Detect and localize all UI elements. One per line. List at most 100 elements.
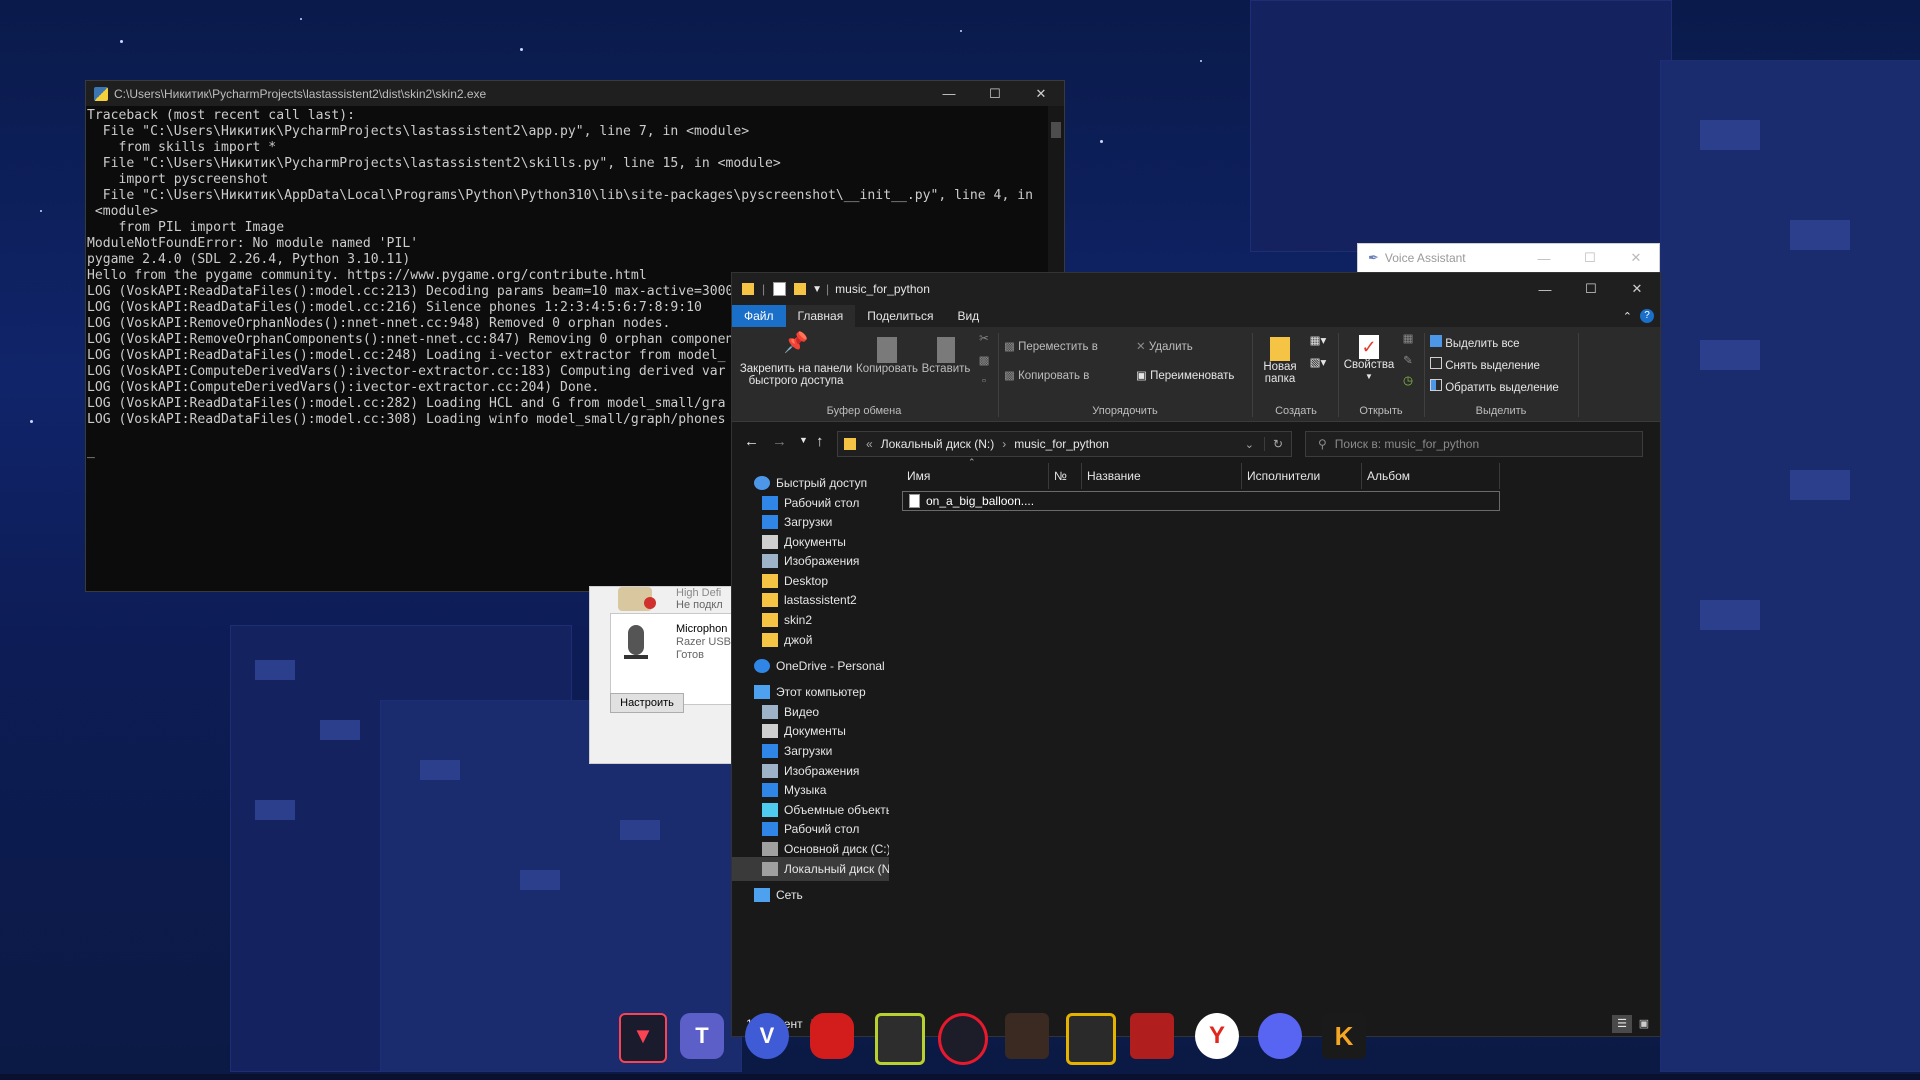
configure-button[interactable]: Настроить xyxy=(610,693,684,713)
explorer-minimize-button[interactable]: — xyxy=(1522,282,1568,297)
tab-file[interactable]: Файл xyxy=(732,305,786,327)
group-organize-label: Упорядочить xyxy=(1092,405,1158,417)
close-button[interactable]: ✕ xyxy=(1018,86,1064,102)
nav-item-label: OneDrive - Personal xyxy=(776,659,885,673)
nav-item[interactable]: джой xyxy=(732,628,889,652)
discord-icon[interactable] xyxy=(1258,1013,1302,1059)
youtube-icon[interactable] xyxy=(810,1013,854,1059)
scrollbar-thumb[interactable] xyxy=(1051,122,1061,138)
new-item-icon[interactable]: ▦▾ xyxy=(1306,335,1330,347)
recent-dropdown-icon[interactable]: ▼ xyxy=(799,435,808,445)
file-explorer-window[interactable]: | ▼ | music_for_python — ☐ ✕ Файл Главна… xyxy=(731,272,1661,1037)
column-header-name[interactable]: Имя xyxy=(902,463,1049,489)
teams-icon[interactable]: T xyxy=(680,1013,724,1059)
file-list[interactable]: ⌃ Имя № Название Исполнители Альбом on_a… xyxy=(902,457,1660,1008)
address-bar[interactable]: « Локальный диск (N:) › music_for_python… xyxy=(837,431,1292,457)
details-view-icon[interactable]: ☰ xyxy=(1612,1015,1632,1033)
copy-button[interactable]: Копировать xyxy=(856,337,918,375)
move-to-button[interactable]: ▩ Переместить в xyxy=(1004,341,1122,353)
column-header-title[interactable]: Название xyxy=(1082,463,1242,489)
select-none-button[interactable]: Снять выделение xyxy=(1430,357,1570,372)
va-minimize-button[interactable]: — xyxy=(1521,251,1567,266)
tab-view[interactable]: Вид xyxy=(945,305,991,327)
edit-icon[interactable]: ✎ xyxy=(1398,355,1418,367)
device2-status: Готов xyxy=(676,649,704,661)
copy-path-icon[interactable]: ▩ xyxy=(976,355,992,367)
forward-arrow-icon[interactable]: → xyxy=(772,433,787,450)
voice-assistant-title: Voice Assistant xyxy=(1384,251,1466,265)
search-input[interactable]: Поиск в: music_for_python xyxy=(1335,437,1479,451)
nav-item[interactable]: Сеть xyxy=(732,883,889,907)
invert-selection-button[interactable]: Обратить выделение xyxy=(1430,379,1570,394)
explorer-titlebar[interactable]: | ▼ | music_for_python — ☐ ✕ xyxy=(732,273,1660,305)
nav-item-label: Документы xyxy=(784,724,846,738)
breadcrumb-drive[interactable]: Локальный диск (N:) xyxy=(881,437,995,451)
python-icon xyxy=(94,86,108,101)
v-app-icon[interactable]: V xyxy=(745,1013,789,1059)
column-header-artists[interactable]: Исполнители xyxy=(1242,463,1362,489)
search-box[interactable]: ⚲ Поиск в: music_for_python xyxy=(1305,431,1643,457)
open-icon[interactable]: ▦ xyxy=(1398,333,1418,345)
help-icon[interactable]: ? xyxy=(1640,309,1654,323)
file-row[interactable]: on_a_big_balloon.... xyxy=(902,491,1500,511)
nav-item-label: skin2 xyxy=(784,613,813,627)
tab-home[interactable]: Главная xyxy=(785,305,856,327)
maximize-button[interactable]: ☐ xyxy=(972,86,1018,102)
column-header-number[interactable]: № xyxy=(1049,463,1082,489)
nav-item-label: Документы xyxy=(784,535,846,549)
column-header-album[interactable]: Альбом xyxy=(1362,463,1500,489)
terminal-titlebar[interactable]: C:\Users\Никитик\PycharmProjects\lastass… xyxy=(86,81,1064,106)
properties-button[interactable]: ✓ Свойства ▼ xyxy=(1342,335,1396,383)
paste-shortcut-icon[interactable]: ▫ xyxy=(976,375,992,387)
navigation-pane[interactable]: Быстрый доступРабочий стол†Загрузки†Доку… xyxy=(732,463,889,1008)
valorant-icon[interactable]: ▼ xyxy=(619,1013,667,1063)
back-arrow-icon[interactable]: ← xyxy=(744,433,759,450)
download-icon xyxy=(762,515,778,529)
rename-label: Переименовать xyxy=(1150,370,1235,382)
nav-item[interactable]: OneDrive - Personal xyxy=(732,654,889,678)
properties-qa-icon[interactable] xyxy=(773,282,787,296)
opera-gx-icon[interactable] xyxy=(938,1013,988,1065)
rename-button[interactable]: ▣ Переименовать xyxy=(1136,370,1246,382)
feather-icon: ✒ xyxy=(1368,250,1379,265)
easy-access-icon[interactable]: ▧▾ xyxy=(1306,357,1330,369)
large-icons-view-icon[interactable]: ▣ xyxy=(1634,1015,1654,1033)
copy-label: Копировать xyxy=(856,363,918,375)
chevron-down-icon[interactable]: ▼ xyxy=(812,284,822,295)
yandex-icon[interactable]: Y xyxy=(1195,1013,1239,1059)
new-folder-button[interactable]: Новая папка xyxy=(1258,337,1302,385)
properties-icon: ✓ xyxy=(1359,335,1379,359)
nav-item-label: Загрузки xyxy=(784,744,833,758)
nav-item[interactable]: Локальный диск (N:) xyxy=(732,857,889,881)
collapse-ribbon-icon[interactable]: ⌃ xyxy=(1623,310,1632,323)
minecraft-icon[interactable] xyxy=(875,1013,925,1065)
copy-to-button[interactable]: ▩ Копировать в xyxy=(1004,370,1122,382)
pin-quick-access-button[interactable]: 📌 Закрепить на панели быстрого доступа xyxy=(738,333,854,387)
paste-button[interactable]: Вставить xyxy=(920,337,972,375)
kinopoisk-icon[interactable]: K xyxy=(1322,1013,1366,1059)
chess-icon[interactable] xyxy=(1005,1013,1049,1059)
breadcrumb-folder[interactable]: music_for_python xyxy=(1014,437,1245,451)
tab-share[interactable]: Поделиться xyxy=(855,305,945,327)
explorer-close-button[interactable]: ✕ xyxy=(1614,281,1660,297)
address-overflow[interactable]: « xyxy=(866,437,873,451)
cut-icon[interactable]: ✂ xyxy=(976,333,992,345)
refresh-icon[interactable]: ↻ xyxy=(1264,437,1291,451)
explorer-maximize-button[interactable]: ☐ xyxy=(1568,281,1614,297)
device1-name: High Defi xyxy=(676,587,722,599)
minimize-button[interactable]: — xyxy=(926,86,972,101)
roblox-icon[interactable] xyxy=(1130,1013,1174,1059)
va-close-button[interactable]: ✕ xyxy=(1613,250,1659,266)
properties-dropdown-icon[interactable]: ▼ xyxy=(1342,371,1396,383)
cube-icon xyxy=(762,803,778,817)
select-all-button[interactable]: Выделить все xyxy=(1430,335,1570,350)
history-icon[interactable]: ◷ xyxy=(1398,375,1418,387)
new-folder-qa-icon[interactable] xyxy=(794,283,807,295)
obs-icon[interactable] xyxy=(1066,1013,1116,1065)
voice-assistant-window[interactable]: ✒ Voice Assistant — ☐ ✕ xyxy=(1357,243,1660,273)
va-maximize-button[interactable]: ☐ xyxy=(1567,250,1613,266)
computer-icon xyxy=(754,685,770,699)
up-arrow-icon[interactable]: ↑ xyxy=(816,433,824,450)
address-dropdown-icon[interactable]: ⌄ xyxy=(1245,438,1254,451)
delete-button[interactable]: ✕ Удалить xyxy=(1136,341,1216,353)
